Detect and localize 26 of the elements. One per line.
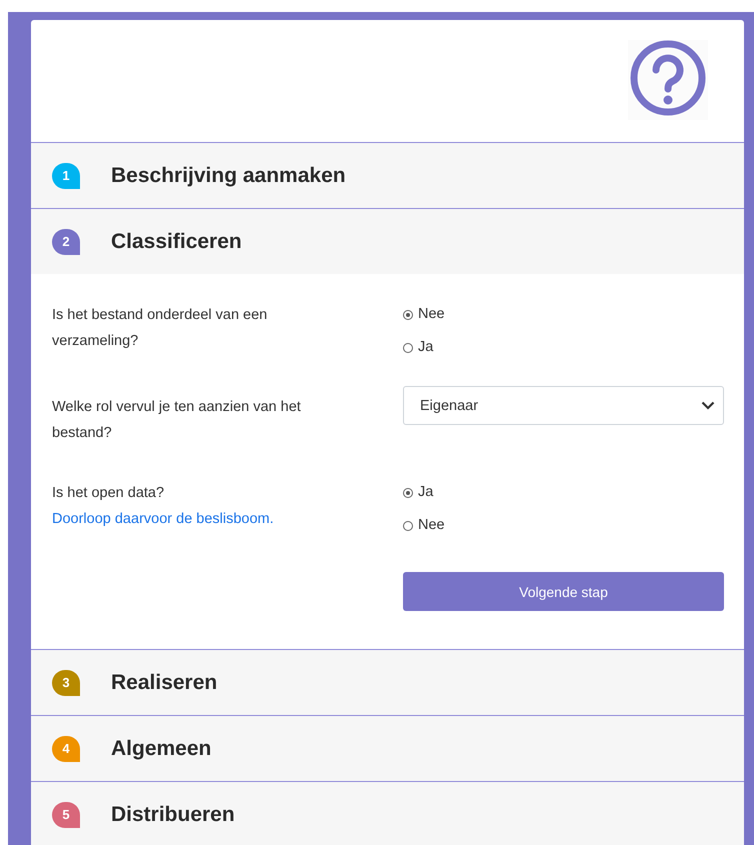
role-dropdown[interactable]: Eigenaar bbox=[403, 386, 724, 425]
step-title: Algemeen bbox=[111, 736, 212, 760]
chevron-down-icon bbox=[701, 401, 715, 410]
step-title: Distribueren bbox=[111, 802, 235, 826]
step-title: Classificeren bbox=[111, 230, 242, 254]
step-number-badge: 2 bbox=[52, 228, 80, 254]
radio-option[interactable]: Ja bbox=[403, 335, 434, 360]
question-label: Is het bestand onderdeel van een verzameling? bbox=[52, 306, 268, 351]
step-header[interactable]: 5 Distribueren bbox=[31, 781, 744, 845]
decision-tree-link[interactable]: Doorloop daarvoor de beslisboom. bbox=[52, 511, 274, 527]
step-number-badge: 1 bbox=[52, 162, 80, 188]
step-number-badge: 3 bbox=[52, 670, 80, 696]
radio-option[interactable]: Ja bbox=[403, 480, 434, 505]
radio-option[interactable]: Nee bbox=[403, 302, 445, 327]
radio-option[interactable]: Nee bbox=[403, 513, 445, 538]
step-header[interactable]: 1 Beschrijving aanmaken bbox=[31, 142, 744, 208]
step-header[interactable]: 3 Realiseren bbox=[31, 649, 744, 715]
next-step-button[interactable]: Volgende stap bbox=[403, 572, 724, 611]
question-label: Is het open data? Doorloop daarvoor de beslisboom. bbox=[52, 484, 275, 529]
step-title: Beschrijving aanmaken bbox=[111, 164, 346, 188]
step-header[interactable]: 2 Classificeren bbox=[31, 208, 744, 274]
step-number-badge: 5 bbox=[52, 802, 80, 828]
step-header[interactable]: 4 Algemeen bbox=[31, 715, 744, 781]
step-number-badge: 4 bbox=[52, 736, 80, 762]
question-label: Welke rol vervul je ten aanzien van het bestand? bbox=[52, 398, 302, 443]
step-title: Realiseren bbox=[111, 670, 218, 694]
